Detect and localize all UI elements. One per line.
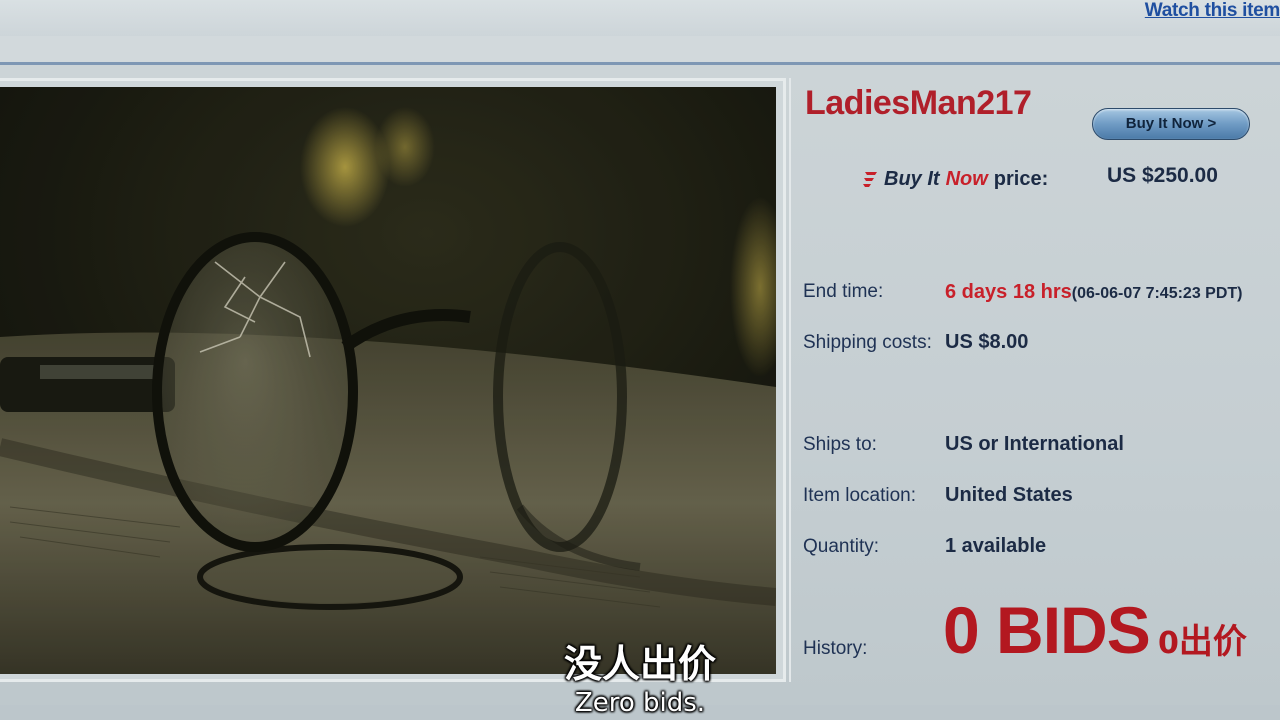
buy-it-now-price-label: Buy It Now price: xyxy=(862,164,1048,194)
ships-to-value: US or International xyxy=(945,433,1124,455)
shipping-costs-value: US $8.00 xyxy=(945,331,1029,353)
end-time-remaining: 6 days 18 hrs xyxy=(945,281,1072,303)
item-photo-broken-glasses[interactable] xyxy=(0,87,776,674)
shipping-costs-label: Shipping costs: xyxy=(803,332,932,353)
buy-it-now-logo-icon xyxy=(863,172,877,187)
end-time-date: (06-06-07 7:45:23 PDT) xyxy=(1071,285,1243,302)
subtitle-english: Zero bids. xyxy=(574,688,706,718)
item-location-value: United States xyxy=(945,484,1073,506)
item-photo-image xyxy=(0,87,776,674)
watch-item-link[interactable]: Watch this item xyxy=(1145,0,1280,22)
buy-it-now-button[interactable]: Buy It Now > xyxy=(1092,108,1250,140)
top-strip xyxy=(0,36,1280,62)
quantity-value: 1 available xyxy=(945,535,1047,557)
bin-label-now: Now xyxy=(945,167,988,190)
buy-it-now-price: US $250.00 xyxy=(1107,164,1218,187)
column-divider xyxy=(789,78,791,682)
bin-label-buy: Buy It xyxy=(884,167,940,190)
bin-label-price: price: xyxy=(993,167,1049,190)
seller-name[interactable]: LadiesMan217 xyxy=(805,84,1032,123)
end-time-label: End time: xyxy=(803,281,884,302)
top-bar: Watch this item xyxy=(0,0,1280,36)
ships-to-label: Ships to: xyxy=(803,434,877,455)
item-location-label: Item location: xyxy=(803,485,916,506)
subtitle-chinese: 没人出价 xyxy=(563,642,716,686)
quantity-label: Quantity: xyxy=(803,536,880,557)
subtitles: 没人出价 Zero bids. xyxy=(0,640,1280,718)
end-time-value: 6 days 18 hrs(06-06-07 7:45:23 PDT) xyxy=(945,281,1243,304)
